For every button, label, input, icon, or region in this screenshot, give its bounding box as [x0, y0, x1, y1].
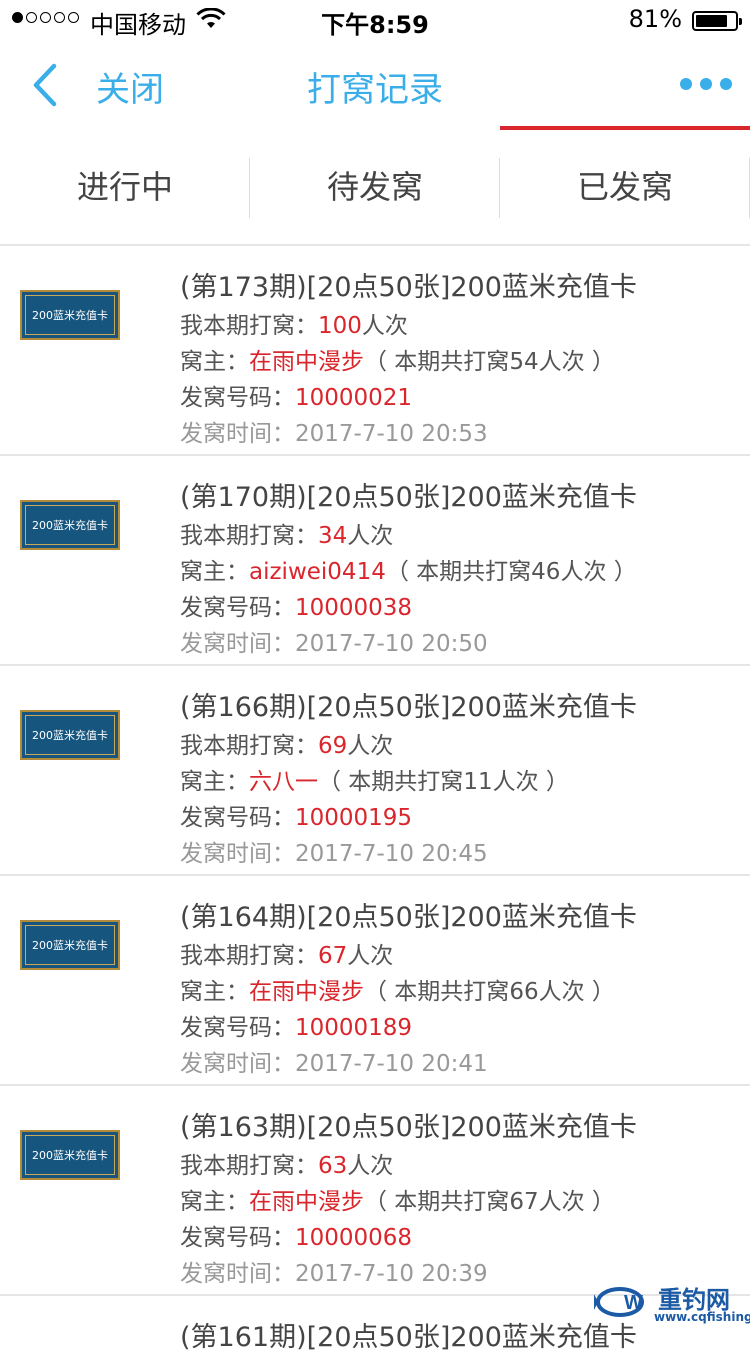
- number-row: 发窝号码：10000189: [180, 1015, 413, 1041]
- owner-row: 窝主：在雨中漫步（ 本期共打窝67人次 ）: [180, 1189, 615, 1215]
- tab-bar: 进行中 待发窝 已发窝: [0, 126, 750, 246]
- owner-row: 窝主：六八一（ 本期共打窝11人次 ）: [180, 769, 569, 795]
- owner-row: 窝主：在雨中漫步（ 本期共打窝54人次 ）: [180, 349, 615, 375]
- tab-pending[interactable]: 待发窝: [250, 130, 500, 244]
- prize-thumbnail: 200蓝米充值卡: [20, 290, 120, 340]
- prize-thumbnail: 200蓝米充值卡: [20, 920, 120, 970]
- record-title: (第163期)[20点50张]200蓝米充值卡: [180, 1112, 637, 1143]
- owner-row: 窝主：在雨中漫步（ 本期共打窝66人次 ）: [180, 979, 615, 1005]
- my-count-row: 我本期打窝：63人次: [180, 1153, 394, 1179]
- number-row: 发窝号码：10000021: [180, 385, 413, 411]
- my-count-row: 我本期打窝：69人次: [180, 733, 394, 759]
- list-item[interactable]: 200蓝米充值卡 (第163期)[20点50张]200蓝米充值卡 我本期打窝：6…: [0, 1086, 750, 1296]
- my-count-row: 我本期打窝：100人次: [180, 313, 408, 339]
- record-list: 200蓝米充值卡 (第173期)[20点50张]200蓝米充值卡 我本期打窝：1…: [0, 246, 750, 1356]
- time-row: 发窝时间：2017-7-10 20:45: [180, 841, 488, 867]
- tab-label: 待发窝: [326, 168, 423, 206]
- record-title: (第164期)[20点50张]200蓝米充值卡: [180, 902, 637, 933]
- fish-logo-icon: W: [594, 1287, 644, 1317]
- my-count-row: 我本期打窝：34人次: [180, 523, 394, 549]
- time-row: 发窝时间：2017-7-10 20:50: [180, 631, 488, 657]
- tab-delivered[interactable]: 已发窝: [500, 126, 750, 244]
- battery-icon: [692, 11, 742, 31]
- list-item[interactable]: 200蓝米充值卡 (第173期)[20点50张]200蓝米充值卡 我本期打窝：1…: [0, 246, 750, 456]
- status-bar: 中国移动 下午8:59 81%: [0, 0, 750, 40]
- battery-percentage: 81%: [628, 5, 682, 33]
- number-row: 发窝号码：10000038: [180, 595, 413, 621]
- record-title: (第161期)[20点50张]200蓝米充值卡: [180, 1322, 637, 1353]
- time-row: 发窝时间：2017-7-10 20:53: [180, 421, 488, 447]
- tab-label: 已发窝: [576, 168, 673, 206]
- number-row: 发窝号码：10000068: [180, 1225, 413, 1251]
- record-title: (第173期)[20点50张]200蓝米充值卡: [180, 272, 637, 303]
- owner-row: 窝主：aiziwei0414（ 本期共打窝46人次 ）: [180, 559, 637, 585]
- watermark-url: www.cqfishing.net: [654, 1310, 750, 1324]
- time-row: 发窝时间：2017-7-10 20:41: [180, 1051, 488, 1077]
- list-item[interactable]: 200蓝米充值卡 (第170期)[20点50张]200蓝米充值卡 我本期打窝：3…: [0, 456, 750, 666]
- page-title: 打窝记录: [307, 70, 443, 110]
- svg-text:W: W: [624, 1292, 643, 1314]
- number-row: 发窝号码：10000195: [180, 805, 413, 831]
- tab-in-progress[interactable]: 进行中: [0, 130, 250, 244]
- more-dots-icon[interactable]: [680, 78, 732, 90]
- tab-label: 进行中: [76, 168, 173, 206]
- list-item[interactable]: 200蓝米充值卡 (第166期)[20点50张]200蓝米充值卡 我本期打窝：6…: [0, 666, 750, 876]
- site-watermark: W 重钓网 www.cqfishing.net: [594, 1280, 750, 1328]
- record-title: (第170期)[20点50张]200蓝米充值卡: [180, 482, 637, 513]
- prize-thumbnail: 200蓝米充值卡: [20, 1130, 120, 1180]
- prize-thumbnail: 200蓝米充值卡: [20, 710, 120, 760]
- navigation-bar: 关闭 打窝记录: [0, 40, 750, 130]
- active-tab-indicator: [500, 126, 750, 130]
- record-title: (第166期)[20点50张]200蓝米充值卡: [180, 692, 637, 723]
- time-row: 发窝时间：2017-7-10 20:39: [180, 1261, 488, 1287]
- prize-thumbnail: 200蓝米充值卡: [20, 500, 120, 550]
- list-item[interactable]: 200蓝米充值卡 (第164期)[20点50张]200蓝米充值卡 我本期打窝：6…: [0, 876, 750, 1086]
- my-count-row: 我本期打窝：67人次: [180, 943, 394, 969]
